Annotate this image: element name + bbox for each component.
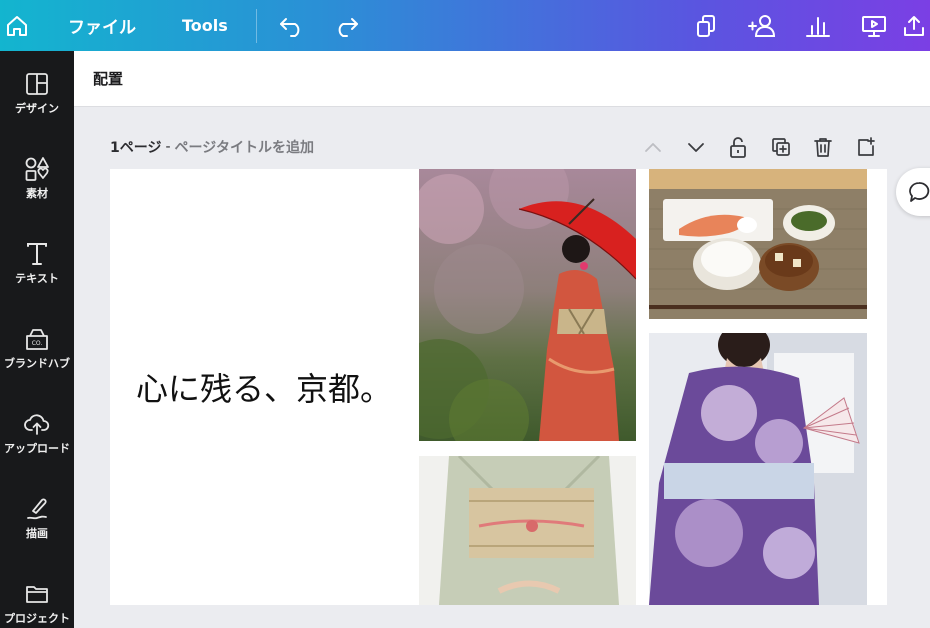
home-icon — [7, 15, 27, 36]
sidebar-item-label: デザイン — [15, 102, 59, 115]
insights-chart-icon — [806, 16, 830, 37]
design-page-canvas[interactable]: 心に残る、京都。 — [110, 169, 887, 605]
yukata-fan-image — [649, 333, 867, 605]
home-button[interactable] — [0, 0, 34, 51]
sidebar-item-elements[interactable]: 素材 — [0, 156, 74, 226]
lock-page-button[interactable] — [717, 134, 760, 160]
sidebar-item-label: 素材 — [26, 187, 48, 200]
upload-share-icon — [904, 15, 924, 36]
svg-text:CO.: CO. — [32, 340, 43, 347]
undo-icon — [279, 17, 300, 37]
toolbar-divider — [255, 8, 257, 43]
toolbar-right-group — [678, 0, 930, 51]
left-sidebar: デザイン 素材 テキスト CO. ブランドハブ アップロード 描画 プロジェクト — [0, 51, 74, 628]
layout-icon — [26, 73, 48, 95]
duplicate-page-button[interactable] — [760, 134, 803, 160]
page-number: 1ページ — [110, 140, 162, 156]
obi-kimono-photo[interactable] — [419, 456, 636, 605]
sidebar-item-uploads[interactable]: アップロード — [0, 411, 74, 481]
sidebar-item-label: 描画 — [26, 527, 48, 540]
sidebar-item-text[interactable]: テキスト — [0, 241, 74, 311]
folder-icon — [26, 586, 48, 603]
cloud-upload-icon — [24, 414, 50, 435]
page-tools — [632, 134, 887, 160]
yukata-fan-photo[interactable] — [649, 333, 867, 605]
share-people-button[interactable] — [734, 0, 790, 51]
sidebar-item-draw[interactable]: 描画 — [0, 496, 74, 566]
move-page-up-button[interactable] — [632, 134, 675, 160]
page-header: 1ページ - ページタイトルを追加 — [110, 134, 887, 160]
sidebar-item-label: アップロード — [4, 442, 70, 455]
chevron-down-icon — [687, 143, 704, 152]
japanese-breakfast-image — [649, 169, 867, 319]
add-page-button[interactable] — [845, 134, 888, 160]
arrange-button[interactable]: 配置 — [93, 68, 123, 89]
sidebar-item-projects[interactable]: プロジェクト — [0, 581, 74, 628]
sidebar-item-label: ブランドハブ — [4, 357, 70, 370]
kimono-umbrella-image — [419, 169, 636, 441]
copy-pages-button[interactable] — [678, 0, 734, 51]
draw-icon — [27, 498, 47, 520]
copy-pages-icon — [697, 14, 715, 37]
page-title-input[interactable]: ページタイトルを追加 — [175, 137, 314, 157]
comment-button[interactable] — [896, 168, 930, 216]
share-people-icon — [748, 14, 776, 37]
insights-button[interactable] — [790, 0, 846, 51]
headline-text[interactable]: 心に残る、京都。 — [136, 364, 392, 410]
sidebar-item-label: プロジェクト — [4, 612, 70, 625]
delete-page-button[interactable] — [802, 134, 845, 160]
move-page-down-button[interactable] — [675, 134, 718, 160]
sidebar-item-brand-hub[interactable]: CO. ブランドハブ — [0, 326, 74, 396]
page-title-separator: - — [165, 139, 171, 155]
add-page-icon — [857, 137, 875, 156]
chevron-up-icon — [645, 143, 662, 152]
brand-hub-icon: CO. — [26, 329, 48, 350]
japanese-breakfast-photo[interactable] — [649, 169, 867, 319]
duplicate-icon — [771, 138, 790, 156]
sidebar-item-design[interactable]: デザイン — [0, 71, 74, 141]
elements-icon — [25, 157, 49, 181]
tools-menu-button[interactable]: Tools — [182, 0, 228, 51]
top-toolbar: ファイル Tools — [0, 0, 930, 51]
file-menu-button[interactable]: ファイル — [68, 0, 136, 51]
trash-icon — [814, 138, 833, 157]
upload-share-button[interactable] — [902, 0, 930, 51]
kimono-umbrella-photo[interactable] — [419, 169, 636, 441]
context-toolbar: 配置 — [74, 51, 930, 107]
present-button[interactable] — [846, 0, 902, 51]
present-icon — [862, 15, 886, 37]
obi-kimono-image — [419, 456, 636, 605]
text-icon — [27, 243, 47, 265]
lock-icon — [730, 137, 747, 158]
undo-button[interactable] — [277, 0, 307, 51]
redo-button[interactable] — [331, 0, 361, 51]
comment-icon — [909, 182, 930, 202]
sidebar-item-label: テキスト — [15, 272, 59, 285]
redo-icon — [338, 17, 358, 37]
